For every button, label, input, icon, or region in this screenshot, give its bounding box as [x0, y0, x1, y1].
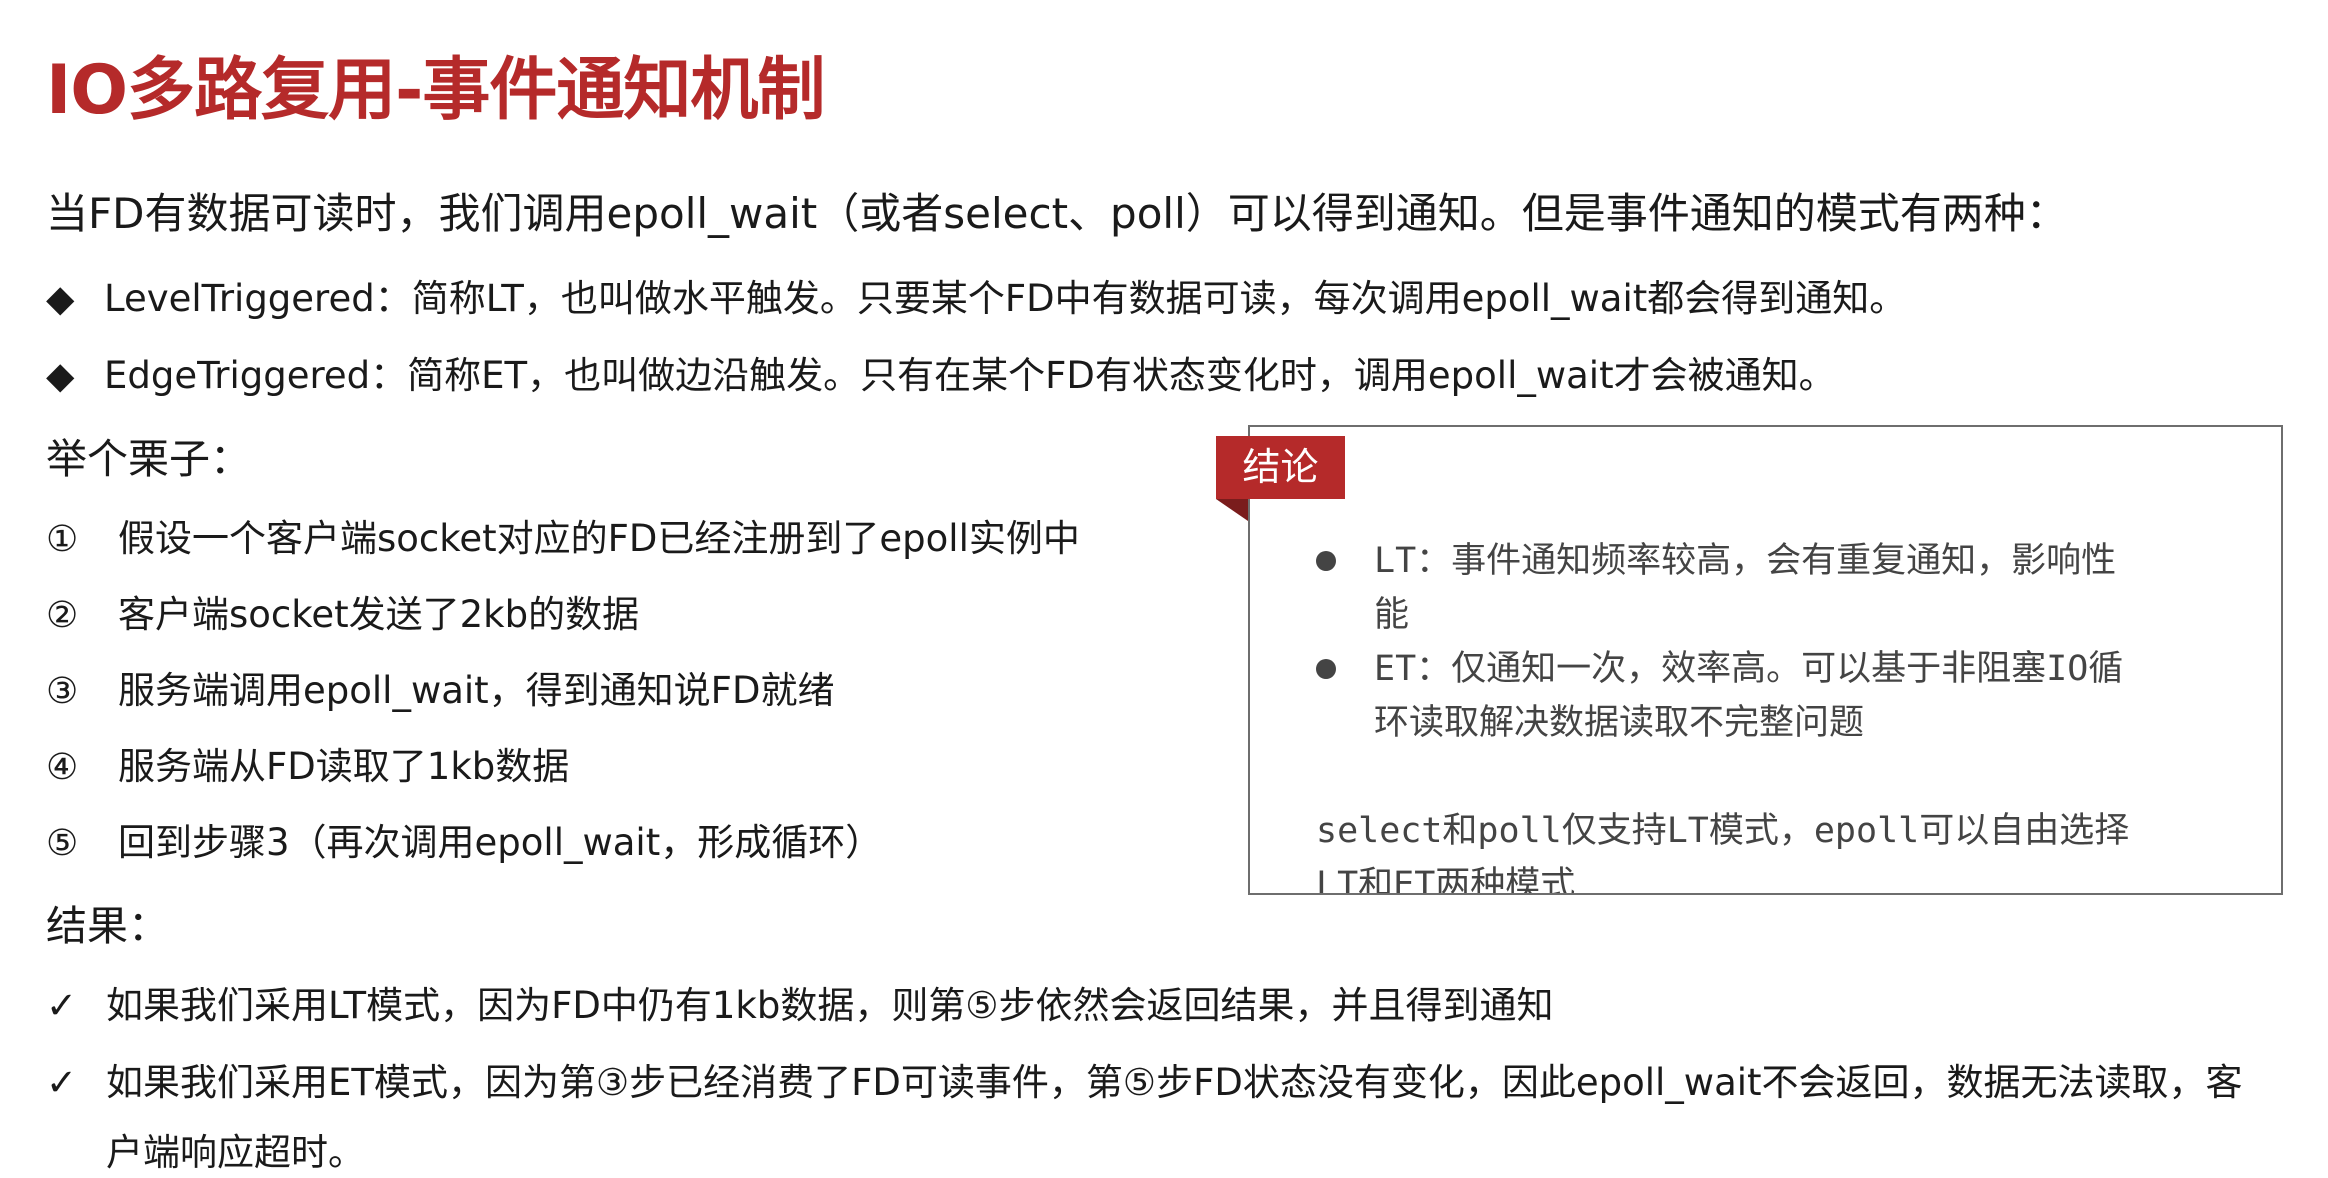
bullet-dot-icon	[1316, 551, 1336, 571]
mode-item-et: ◆ EdgeTriggered：简称ET，也叫做边沿触发。只有在某个FD有状态变化…	[46, 345, 1836, 399]
mode-text: EdgeTriggered：简称ET，也叫做边沿触发。只有在某个FD有状态变化时…	[104, 354, 1836, 397]
step-text: 假设一个客户端socket对应的FD已经注册到了epoll实例中	[118, 517, 1080, 560]
tag-fold-shape	[1216, 499, 1248, 521]
step-number: ①	[46, 519, 79, 560]
result-heading: 结果：	[46, 902, 169, 950]
step-item: ③ 服务端调用epoll_wait，得到通知说FD就绪	[46, 660, 834, 714]
step-number: ③	[46, 671, 79, 712]
diamond-bullet-icon: ◆	[46, 354, 75, 397]
check-icon: ✓	[46, 984, 78, 1027]
conclusion-lt-line1: LT：事件通知频率较高，会有重复通知，影响性	[1374, 541, 2117, 581]
step-item: ⑤ 回到步骤3（再次调用epoll_wait，形成循环）	[46, 812, 882, 866]
page-title: IO多路复用-事件通知机制	[46, 51, 825, 130]
conclusion-note-line2: LT和ET两种模式	[1316, 865, 1576, 895]
conclusion-box: LT：事件通知频率较高，会有重复通知，影响性 能 ET：仅通知一次，效率高。可以…	[1248, 425, 2283, 895]
result-text: 如果我们采用LT模式，因为FD中仍有1kb数据，则第⑤步依然会返回结果，并且得到…	[106, 984, 1554, 1027]
step-text: 服务端调用epoll_wait，得到通知说FD就绪	[118, 669, 835, 712]
step-text: 客户端socket发送了2kb的数据	[118, 593, 640, 636]
check-icon: ✓	[46, 1061, 78, 1104]
result-item-lt: ✓ 如果我们采用LT模式，因为FD中仍有1kb数据，则第⑤步依然会返回结果，并且得…	[46, 975, 1554, 1029]
step-item: ② 客户端socket发送了2kb的数据	[46, 584, 639, 638]
conclusion-et-line1: ET：仅通知一次，效率高。可以基于非阻塞IO循	[1374, 649, 2124, 689]
conclusion-note-line1: select和poll仅支持LT模式，epoll可以自由选择	[1316, 811, 2130, 851]
diamond-bullet-icon: ◆	[46, 277, 75, 320]
result-text: 如果我们采用ET模式，因为第③步已经消费了FD可读事件，第⑤步FD状态没有变化，…	[106, 1061, 2243, 1104]
bullet-dot-icon	[1316, 659, 1336, 679]
intro-text: 当FD有数据可读时，我们调用epoll_wait（或者select、poll）可…	[46, 189, 2068, 238]
step-text: 回到步骤3（再次调用epoll_wait，形成循环）	[118, 821, 883, 864]
step-item: ① 假设一个客户端socket对应的FD已经注册到了epoll实例中	[46, 508, 1080, 562]
conclusion-tag: 结论	[1216, 436, 1345, 499]
step-number: ②	[46, 595, 79, 636]
step-item: ④ 服务端从FD读取了1kb数据	[46, 736, 569, 790]
conclusion-lt-line2: 能	[1374, 595, 1410, 635]
conclusion-et-line2: 环读取解决数据读取不完整问题	[1374, 703, 1865, 743]
mode-item-lt: ◆ LevelTriggered：简称LT，也叫做水平触发。只要某个FD中有数据可…	[46, 268, 1906, 322]
example-heading: 举个栗子：	[46, 435, 251, 483]
result-text-continued: 户端响应超时。	[106, 1131, 365, 1174]
mode-text: LevelTriggered：简称LT，也叫做水平触发。只要某个FD中有数据可读…	[104, 277, 1907, 320]
step-number: ⑤	[46, 823, 79, 864]
step-number: ④	[46, 747, 79, 788]
step-text: 服务端从FD读取了1kb数据	[118, 745, 570, 788]
result-item-et: ✓ 如果我们采用ET模式，因为第③步已经消费了FD可读事件，第⑤步FD状态没有变化…	[46, 1052, 2243, 1106]
